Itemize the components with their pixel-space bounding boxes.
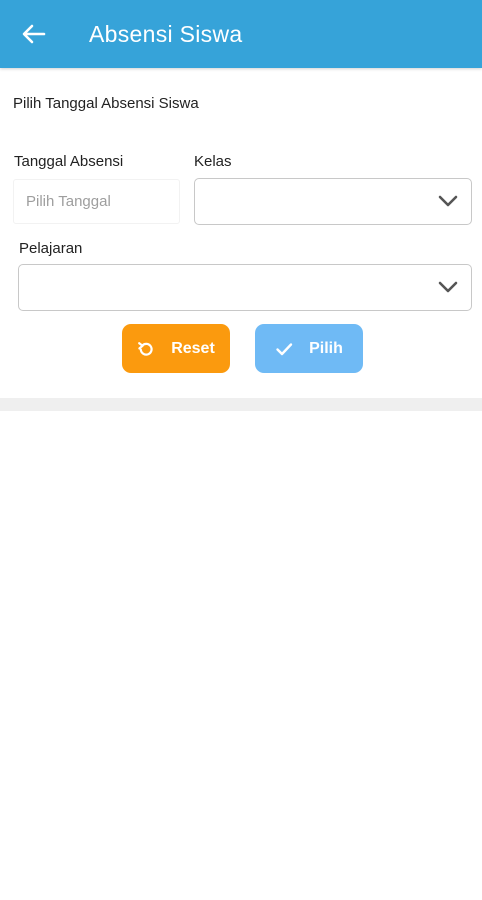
reset-button[interactable]: Reset (122, 324, 230, 373)
check-icon (276, 342, 293, 355)
date-input[interactable] (14, 180, 179, 223)
chevron-down-icon (438, 195, 458, 207)
pilih-button-label: Pilih (309, 339, 343, 357)
refresh-icon (138, 341, 153, 356)
kelas-dropdown[interactable] (194, 178, 472, 225)
date-label: Tanggal Absensi (14, 153, 124, 170)
pelajaran-label: Pelajaran (19, 240, 83, 257)
arrow-left-icon (22, 24, 46, 44)
section-title: Pilih Tanggal Absensi Siswa (13, 95, 199, 112)
section-divider (0, 398, 482, 411)
date-field[interactable] (13, 179, 180, 224)
chevron-down-icon (438, 281, 458, 293)
back-button[interactable] (18, 20, 50, 48)
app-bar: Absensi Siswa (0, 0, 482, 68)
pelajaran-dropdown[interactable] (18, 264, 472, 311)
page-title: Absensi Siswa (89, 21, 243, 47)
reset-button-label: Reset (171, 339, 215, 357)
kelas-label: Kelas (194, 153, 232, 170)
pilih-button[interactable]: Pilih (255, 324, 363, 373)
